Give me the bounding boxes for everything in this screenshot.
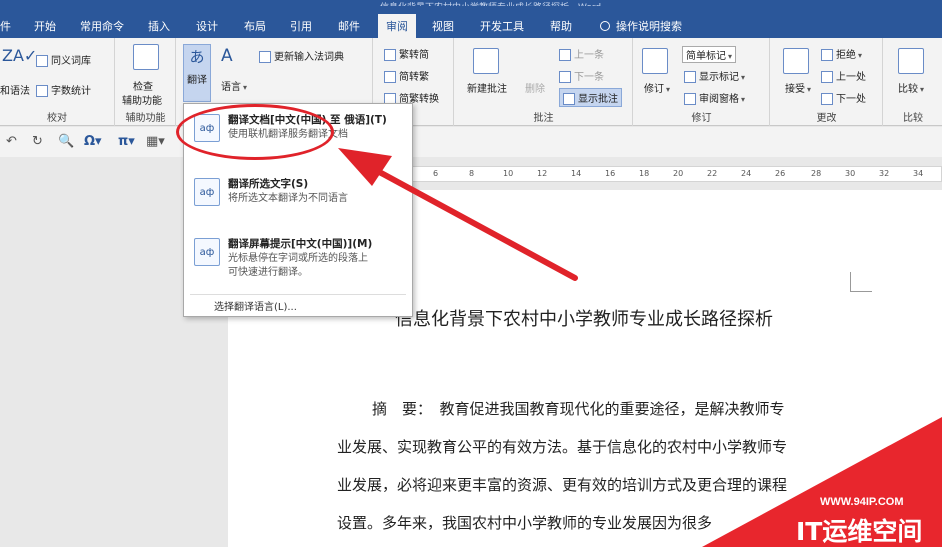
- annotation-arrow-head: [338, 148, 392, 186]
- watermark-brand: IT运维空间: [796, 517, 923, 546]
- annotation-arrow-shaft: [369, 165, 578, 281]
- watermark-url: WWW.94IP.COM: [820, 496, 904, 508]
